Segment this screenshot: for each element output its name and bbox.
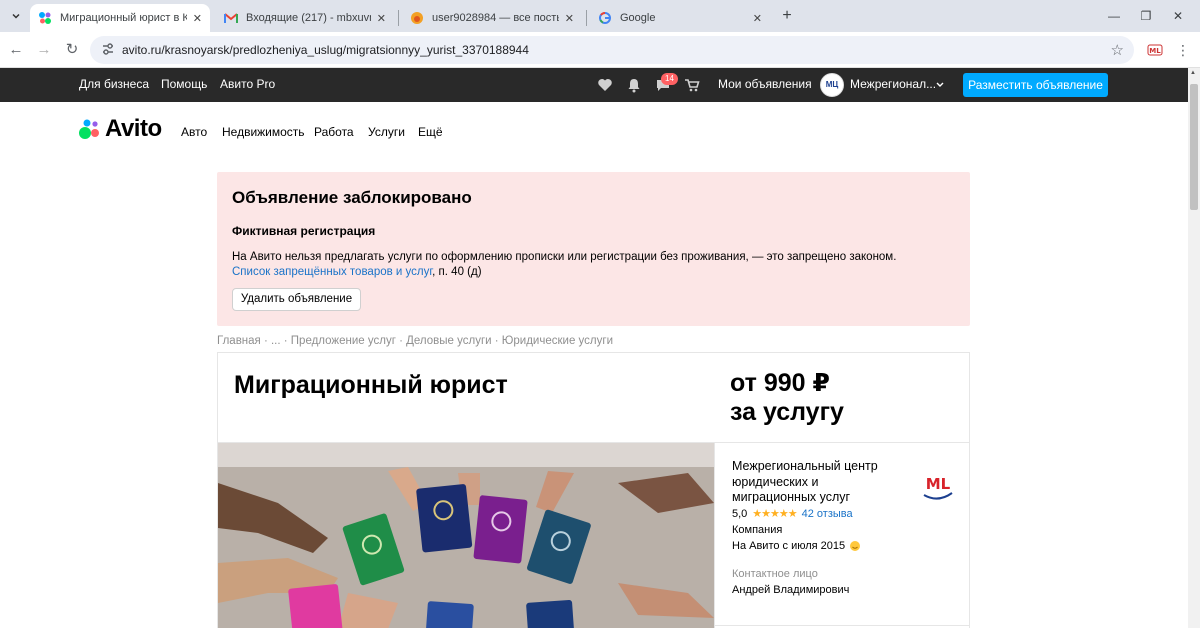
close-window-button[interactable]: ✕	[1168, 6, 1188, 26]
maximize-button[interactable]: ❐	[1136, 6, 1156, 26]
gmail-icon	[224, 11, 238, 25]
nav-category-more[interactable]: Ещё	[418, 125, 443, 139]
business-link[interactable]: Для бизнеса	[79, 77, 149, 91]
account-chevron-down-icon[interactable]	[936, 82, 944, 88]
address-bar[interactable]: avito.ru/krasnoyarsk/predlozheniya_uslug…	[90, 36, 1134, 64]
tab-separator	[586, 10, 587, 26]
seller-bottom-divider	[714, 625, 969, 626]
seller-divider	[714, 443, 715, 628]
reviews-link[interactable]: 42 отзыва	[802, 508, 853, 520]
blocked-reason: Фиктивная регистрация	[232, 224, 376, 238]
pikabu-icon	[410, 11, 424, 25]
tab-google[interactable]: Google ✕	[590, 4, 770, 32]
seller-rating: 5,0 ★★★★★ 42 отзыва	[732, 507, 853, 521]
extension-icon[interactable]: ML	[1147, 42, 1163, 58]
nav-category-jobs[interactable]: Работа	[314, 125, 354, 139]
avito-logo-dots-icon	[79, 119, 99, 139]
tab-gmail[interactable]: Входящие (217) - mbxuvm@gmail.com ✕	[216, 4, 394, 32]
logo-text: Avito	[105, 115, 162, 142]
help-link[interactable]: Помощь	[161, 77, 207, 91]
prohibited-list-link[interactable]: Список запрещённых товаров и услуг	[232, 266, 432, 278]
breadcrumb[interactable]: Главная · ... · Предложение услуг · Дело…	[217, 335, 613, 347]
new-tab-button[interactable]: +	[778, 6, 796, 26]
tab-title: user9028984 — все посты пользователя	[432, 12, 559, 24]
blocked-notice: Объявление заблокировано Фиктивная регис…	[217, 172, 970, 326]
tab-title: Google	[620, 12, 656, 24]
scroll-up-arrow-icon[interactable]: ▲	[1190, 70, 1196, 76]
close-tab-icon[interactable]: ✕	[565, 12, 574, 25]
nav-category-auto[interactable]: Авто	[181, 125, 207, 139]
seller-name[interactable]: Межрегиональный центр юридических и мигр…	[732, 459, 902, 506]
favorites-heart-icon[interactable]	[597, 77, 613, 93]
delete-ad-button[interactable]: Удалить объявление	[232, 288, 361, 311]
nav-category-realty[interactable]: Недвижимость	[222, 125, 305, 139]
browser-tab-strip: Миграционный юрист в Красноярске ✕ Входя…	[0, 0, 1200, 32]
rating-stars-icon: ★★★★★	[752, 508, 797, 520]
nav-category-services[interactable]: Услуги	[368, 125, 405, 139]
tab-title: Входящие (217) - mbxuvm@gmail.com	[246, 12, 371, 24]
avito-logo[interactable]: Avito	[79, 115, 162, 142]
blocked-description: На Авито нельзя предлагать услуги по офо…	[232, 251, 897, 263]
listing-card: Миграционный юрист от 990 ₽ за услугу Ме…	[217, 352, 970, 628]
seller-type: Компания	[732, 524, 783, 536]
account-avatar[interactable]: МЦ	[820, 73, 844, 97]
listing-price: от 990 ₽ за услугу	[730, 369, 844, 427]
account-name[interactable]: Межрегионал...	[850, 77, 936, 91]
cart-icon[interactable]	[684, 77, 700, 93]
forward-arrow-icon[interactable]: →	[34, 40, 54, 60]
tab-search-button[interactable]	[6, 6, 26, 26]
rule-reference: , п. 40 (д)	[432, 266, 482, 278]
seller-since: На Авито с июля 2015	[732, 540, 846, 552]
bookmark-star-icon[interactable]: ☆	[1111, 41, 1124, 59]
close-tab-icon[interactable]: ✕	[377, 12, 386, 25]
browser-menu-icon[interactable]: ⋮	[1176, 40, 1190, 60]
site-settings-icon[interactable]	[100, 42, 116, 58]
tab-title: Миграционный юрист в Красноярске	[60, 12, 187, 24]
messages-count-badge: 14	[661, 73, 678, 85]
price-amount: от 990 ₽	[730, 369, 830, 397]
tab-avito[interactable]: Миграционный юрист в Красноярске ✕	[30, 4, 210, 32]
post-ad-button[interactable]: Разместить объявление	[963, 73, 1108, 97]
my-ads-link[interactable]: Мои объявления	[718, 77, 812, 91]
chevron-down-icon	[12, 13, 20, 19]
avito-pro-link[interactable]: Авито Pro	[220, 77, 275, 91]
contact-name: Андрей Владимирович	[732, 584, 850, 596]
scrollbar-thumb[interactable]	[1190, 84, 1198, 210]
minimize-button[interactable]: —	[1104, 6, 1124, 26]
passports-photo-image	[218, 443, 714, 628]
google-icon	[598, 11, 612, 25]
blocked-title: Объявление заблокировано	[232, 188, 472, 207]
rating-value: 5,0	[732, 507, 748, 520]
tab-separator	[398, 10, 399, 26]
notifications-bell-icon[interactable]	[626, 77, 642, 93]
listing-photo[interactable]	[218, 443, 714, 628]
browser-toolbar: ← → ↻ avito.ru/krasnoyarsk/predlozheniya…	[0, 32, 1200, 68]
price-unit: за услугу	[730, 398, 844, 426]
close-tab-icon[interactable]: ✕	[753, 12, 762, 25]
hands-emoji-icon	[850, 541, 861, 551]
seller-logo-text: ML	[926, 475, 951, 493]
back-arrow-icon[interactable]: ←	[6, 40, 26, 60]
blocked-text-block: На Авито нельзя предлагать услуги по офо…	[232, 250, 952, 280]
seller-logo[interactable]: ML	[921, 471, 955, 501]
close-tab-icon[interactable]: ✕	[193, 12, 202, 25]
listing-title: Миграционный юрист	[234, 371, 508, 399]
seller-since-row: На Авито с июля 2015	[732, 540, 861, 552]
svg-text:ML: ML	[1149, 47, 1161, 55]
tab-pikabu[interactable]: user9028984 — все посты пользователя ✕	[402, 4, 582, 32]
url-text: avito.ru/krasnoyarsk/predlozheniya_uslug…	[122, 43, 529, 57]
contact-label: Контактное лицо	[732, 568, 818, 580]
reload-icon[interactable]: ↻	[62, 40, 82, 60]
avito-favicon-icon	[38, 11, 52, 25]
